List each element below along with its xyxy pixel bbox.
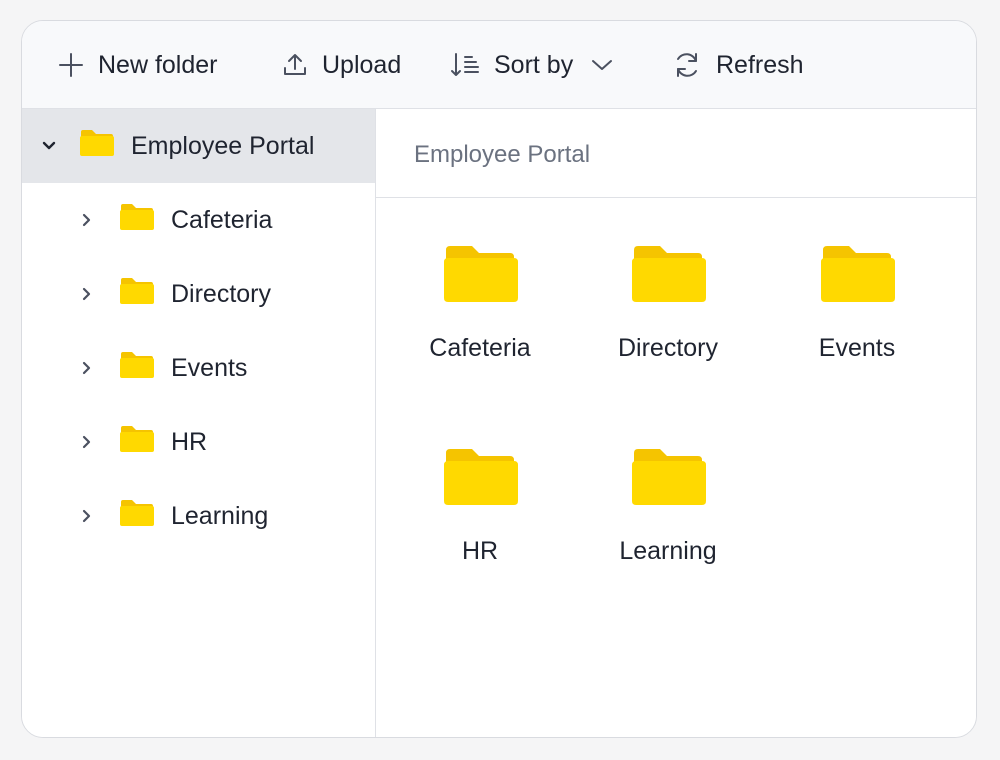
folder-icon xyxy=(119,498,155,535)
new-folder-label: New folder xyxy=(98,50,218,79)
grid-folder-hr[interactable]: HR xyxy=(386,447,574,597)
folder-icon xyxy=(632,449,706,505)
tree-item-cafeteria[interactable]: Cafeteria xyxy=(22,183,375,257)
refresh-icon xyxy=(677,53,697,77)
grid-folder-label: Events xyxy=(818,334,896,362)
folder-icon xyxy=(119,424,155,461)
tree-item-events[interactable]: Events xyxy=(22,331,375,405)
folder-icon xyxy=(119,350,155,387)
folder-content-pane: Employee Portal Cafeteria Directory Even… xyxy=(376,109,976,737)
folder-icon xyxy=(821,246,895,302)
chevron-right-icon[interactable] xyxy=(79,360,95,376)
refresh-button[interactable]: Refresh xyxy=(672,21,804,109)
folder-icon xyxy=(444,449,518,505)
toolbar: New folder Upload Sort by Refresh xyxy=(22,21,976,109)
chevron-right-icon[interactable] xyxy=(79,286,95,302)
tree-item-learning[interactable]: Learning xyxy=(22,479,375,553)
sort-icon xyxy=(451,53,479,76)
upload-icon xyxy=(284,54,306,75)
tree-item-employee-portal[interactable]: Employee Portal xyxy=(22,109,375,183)
grid-folder-directory[interactable]: Directory xyxy=(574,244,762,394)
chevron-down-icon xyxy=(592,60,613,70)
folder-icon xyxy=(444,246,518,302)
chevron-down-icon[interactable] xyxy=(41,138,57,154)
plus-icon xyxy=(59,53,83,77)
tree-item-directory[interactable]: Directory xyxy=(22,257,375,331)
grid-folder-learning[interactable]: Learning xyxy=(574,447,762,597)
tree-item-label: HR xyxy=(171,427,208,456)
folder-icon xyxy=(119,276,155,313)
grid-folder-label: Cafeteria xyxy=(429,334,531,362)
upload-button[interactable]: Upload xyxy=(282,21,401,109)
upload-label: Upload xyxy=(322,50,402,79)
tree-item-label: Learning xyxy=(171,501,269,530)
folder-tree: Employee Portal Cafeteria Directory Even… xyxy=(22,109,376,737)
file-manager-window: New folder Upload Sort by Refresh Employ… xyxy=(21,20,977,738)
tree-item-label: Cafeteria xyxy=(171,205,273,234)
grid-folder-events[interactable]: Events xyxy=(763,244,951,394)
breadcrumb: Employee Portal xyxy=(376,109,976,198)
folder-icon xyxy=(119,202,155,239)
tree-item-label: Employee Portal xyxy=(131,131,315,160)
grid-folder-label: Learning xyxy=(619,537,717,565)
tree-item-hr[interactable]: HR xyxy=(22,405,375,479)
sort-by-label: Sort by xyxy=(494,50,574,79)
sort-by-dropdown[interactable]: Sort by xyxy=(450,21,613,109)
grid-folder-label: Directory xyxy=(617,334,718,362)
chevron-right-icon[interactable] xyxy=(79,508,95,524)
folder-icon xyxy=(632,246,706,302)
grid-folder-cafeteria[interactable]: Cafeteria xyxy=(386,244,574,394)
tree-item-label: Events xyxy=(171,353,248,382)
refresh-label: Refresh xyxy=(716,50,804,79)
tree-item-label: Directory xyxy=(171,279,272,308)
breadcrumb-current[interactable]: Employee Portal xyxy=(414,141,590,169)
new-folder-button[interactable]: New folder xyxy=(58,21,218,109)
folder-icon xyxy=(79,128,115,165)
chevron-right-icon[interactable] xyxy=(79,434,95,450)
grid-folder-label: HR xyxy=(461,537,499,565)
chevron-right-icon[interactable] xyxy=(79,212,95,228)
